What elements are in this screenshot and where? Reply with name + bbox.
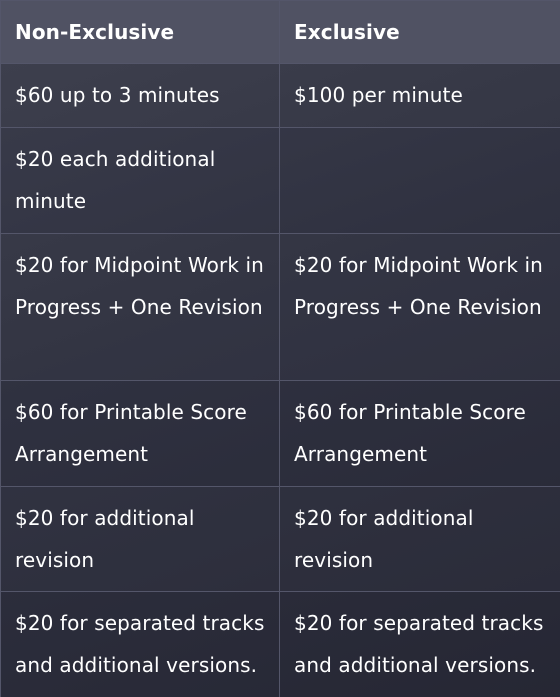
table-cell: $60 for Printable Score Arrangement xyxy=(0,380,280,487)
pricing-table-container: Non-Exclusive Exclusive $60 up to 3 minu… xyxy=(0,0,560,697)
table-row: $20 for Midpoint Work in Progress + One … xyxy=(0,233,560,381)
table-cell: $20 for additional revision xyxy=(279,486,560,592)
table-cell: $60 for Printable Score Arrangement xyxy=(279,380,560,487)
table-cell: $20 for separated tracks and additional … xyxy=(0,591,280,697)
table-row: $60 up to 3 minutes $100 per minute xyxy=(0,63,560,128)
table-cell: $100 per minute xyxy=(279,63,560,128)
header-exclusive: Exclusive xyxy=(279,0,560,64)
table-cell: $20 for Midpoint Work in Progress + One … xyxy=(0,233,280,381)
pricing-table: Non-Exclusive Exclusive $60 up to 3 minu… xyxy=(0,0,560,697)
table-cell: $20 for Midpoint Work in Progress + One … xyxy=(279,233,560,381)
table-header-row: Non-Exclusive Exclusive xyxy=(0,0,560,64)
table-cell: $60 up to 3 minutes xyxy=(0,63,280,128)
table-row: $60 for Printable Score Arrangement $60 … xyxy=(0,380,560,487)
table-cell: $20 for additional revision xyxy=(0,486,280,592)
table-row: $20 for separated tracks and additional … xyxy=(0,591,560,697)
table-row: $20 for additional revision $20 for addi… xyxy=(0,486,560,592)
table-cell: $20 each additional minute xyxy=(0,127,280,234)
table-row: $20 each additional minute xyxy=(0,127,560,234)
header-non-exclusive: Non-Exclusive xyxy=(0,0,280,64)
table-cell xyxy=(279,127,560,234)
table-cell: $20 for separated tracks and additional … xyxy=(279,591,560,697)
